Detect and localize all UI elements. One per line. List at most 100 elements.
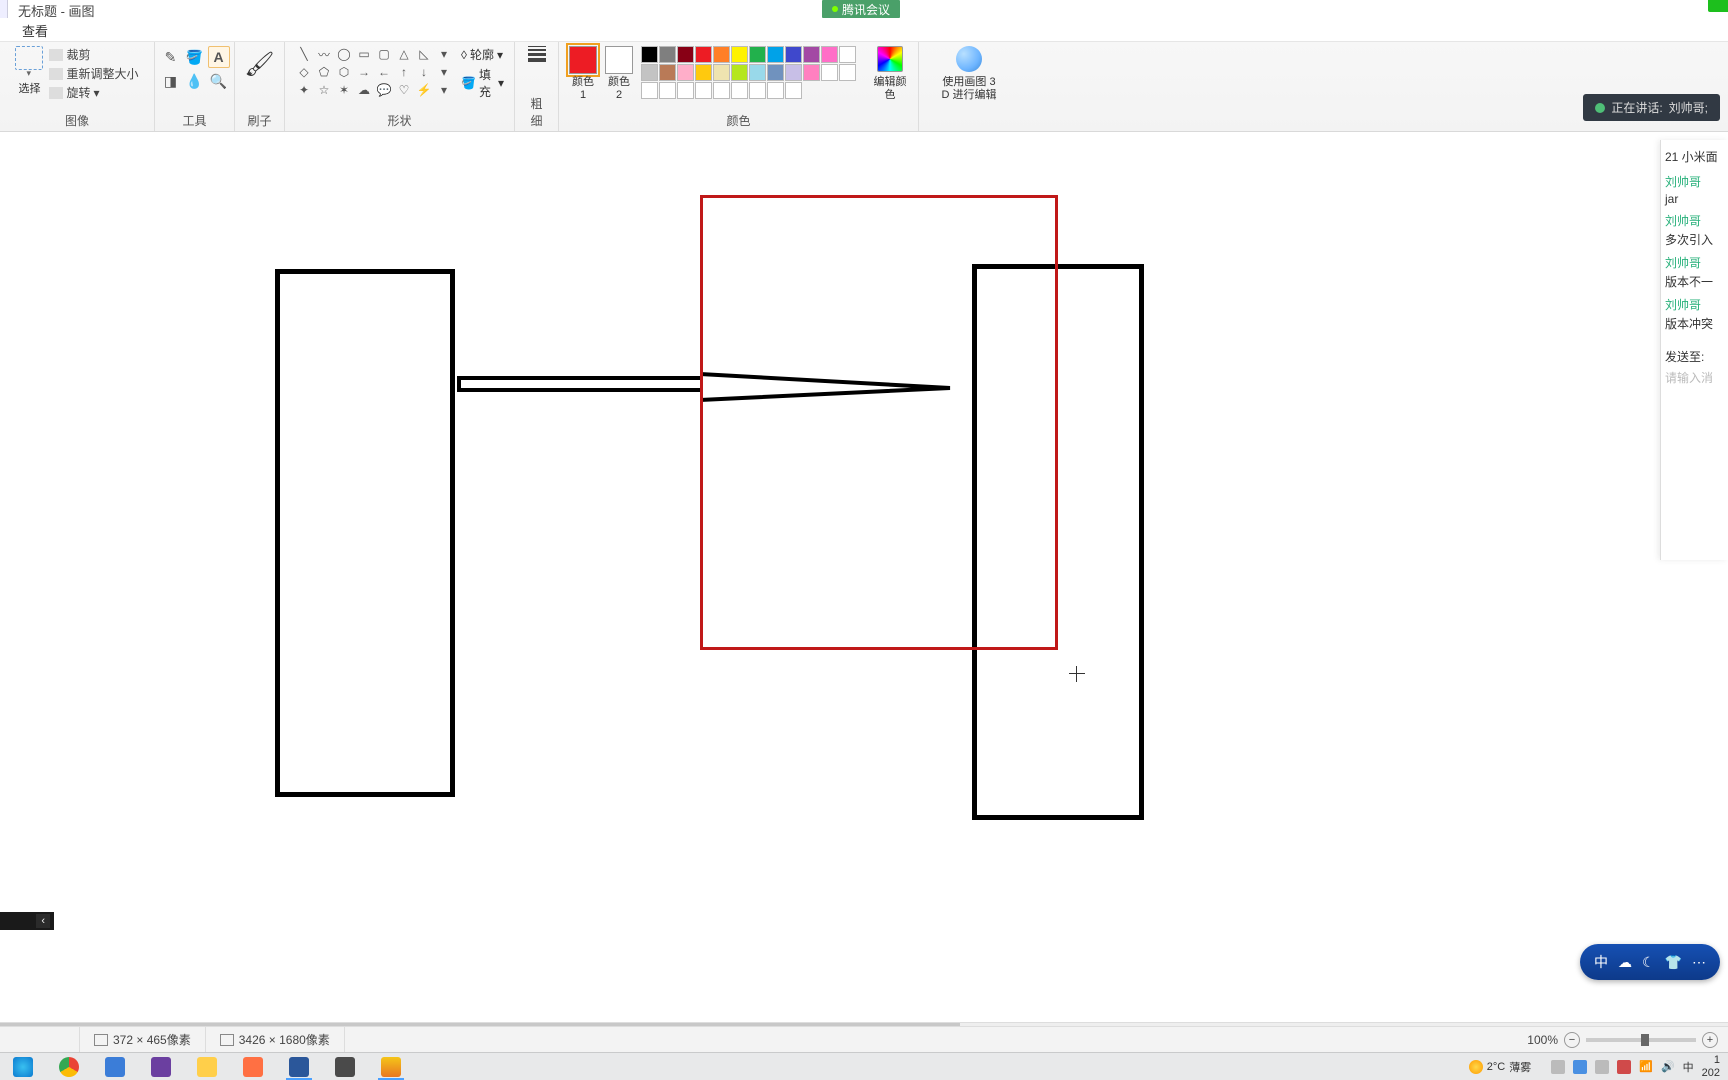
shape-star4[interactable]: ✦ — [295, 82, 313, 98]
palette-color[interactable] — [659, 64, 676, 81]
palette-color[interactable] — [659, 82, 676, 99]
palette-color[interactable] — [749, 46, 766, 63]
palette-color[interactable] — [731, 46, 748, 63]
rotate-button[interactable]: 旋转▾ — [49, 84, 138, 101]
shapes-gallery[interactable]: ╲ 〰 ◯ ▭ ▢ △ ◺ ▾ ◇ ⬠ ⬡ → ← ↑ ↓ ▾ ✦ ☆ ✶ ☁ — [295, 46, 453, 98]
taskbar-clock[interactable]: 1 202 — [1702, 1054, 1720, 1078]
shape-callout1[interactable]: ☁ — [355, 82, 373, 98]
taskbar-edge[interactable] — [0, 1053, 46, 1080]
palette-color[interactable] — [839, 64, 856, 81]
paint3d-button[interactable]: 使用画图 3D 进行编辑 — [942, 46, 997, 102]
palette-color[interactable] — [713, 46, 730, 63]
palette-color[interactable] — [803, 46, 820, 63]
edit-colors-button[interactable] — [877, 46, 903, 72]
palette-color[interactable] — [731, 64, 748, 81]
taskbar-app4[interactable] — [322, 1053, 368, 1080]
shape-triangle[interactable]: △ — [395, 46, 413, 62]
taskbar-chrome[interactable] — [46, 1053, 92, 1080]
shape-diamond[interactable]: ◇ — [295, 64, 313, 80]
tray-chevron-icon[interactable] — [1551, 1060, 1565, 1074]
resize-button[interactable]: 重新调整大小 — [49, 65, 138, 82]
color1-swatch[interactable] — [569, 46, 597, 74]
palette-color[interactable] — [749, 82, 766, 99]
menu-view[interactable]: 查看 — [12, 19, 58, 42]
palette-color[interactable] — [641, 82, 658, 99]
palette-color[interactable] — [677, 82, 694, 99]
picker-tool[interactable]: 💧 — [184, 70, 206, 92]
brush-tool[interactable]: 🖌 — [244, 46, 276, 82]
shape-fill-button[interactable]: 🪣填充▾ — [461, 66, 504, 100]
palette-color[interactable] — [731, 82, 748, 99]
shape-more2[interactable]: ▾ — [435, 64, 453, 80]
quick-access[interactable] — [0, 0, 8, 18]
taskbar-app2[interactable] — [138, 1053, 184, 1080]
shape-roundrect[interactable]: ▢ — [375, 46, 393, 62]
shape-line[interactable]: ╲ — [295, 46, 313, 62]
select-tool[interactable] — [15, 46, 43, 70]
shape-more1[interactable]: ▾ — [435, 46, 453, 62]
canvas[interactable] — [0, 155, 1728, 1026]
shape-outline-button[interactable]: ◊轮廓▾ — [461, 46, 504, 63]
taskbar-weather[interactable]: 2°C 薄雾 — [1469, 1059, 1531, 1075]
palette-color[interactable] — [767, 46, 784, 63]
shape-star6[interactable]: ✶ — [335, 82, 353, 98]
shape-uarrow[interactable]: ↑ — [395, 64, 413, 80]
taskbar-paint[interactable] — [368, 1053, 414, 1080]
selection-marquee[interactable] — [700, 195, 1058, 650]
tray-wifi-icon[interactable]: 📶 — [1639, 1060, 1653, 1073]
palette-color[interactable] — [785, 82, 802, 99]
palette-color[interactable] — [677, 46, 694, 63]
color2-swatch[interactable] — [605, 46, 633, 74]
pencil-tool[interactable]: ✎ — [160, 46, 182, 68]
ime-skin-icon[interactable]: 👕 — [1665, 954, 1682, 971]
bucket-tool[interactable]: 🪣 — [184, 46, 206, 68]
ime-moon-icon[interactable]: ☾ — [1642, 954, 1655, 971]
shape-more3[interactable]: ▾ — [435, 82, 453, 98]
dark-dock[interactable]: ‹ — [0, 912, 54, 930]
palette-color[interactable] — [713, 82, 730, 99]
palette-color[interactable] — [821, 64, 838, 81]
taskbar-word[interactable] — [276, 1053, 322, 1080]
text-tool[interactable]: A — [208, 46, 230, 68]
shape-larrow[interactable]: ← — [375, 64, 393, 80]
shape-oval[interactable]: ◯ — [335, 46, 353, 62]
palette-color[interactable] — [695, 46, 712, 63]
tray-icon-3[interactable] — [1617, 1060, 1631, 1074]
crop-button[interactable]: 裁剪 — [49, 46, 138, 63]
shape-callout2[interactable]: 💬 — [375, 82, 393, 98]
tray-icon-1[interactable] — [1573, 1060, 1587, 1074]
palette-color[interactable] — [713, 64, 730, 81]
palette-color[interactable] — [839, 46, 856, 63]
shape-bolt[interactable]: ⚡ — [415, 82, 433, 98]
window-control[interactable] — [1708, 0, 1728, 12]
palette-color[interactable] — [695, 64, 712, 81]
shape-rtri[interactable]: ◺ — [415, 46, 433, 62]
chat-input[interactable]: 请输入消 — [1665, 369, 1724, 386]
palette-color[interactable] — [677, 64, 694, 81]
tray-lang[interactable]: 中 — [1683, 1059, 1694, 1075]
ime-cloud-icon[interactable]: ☁ — [1618, 954, 1632, 971]
palette-color[interactable] — [749, 64, 766, 81]
palette-color[interactable] — [821, 46, 838, 63]
palette-color[interactable] — [767, 64, 784, 81]
ime-lang[interactable]: 中 — [1594, 952, 1608, 972]
palette-color[interactable] — [641, 46, 658, 63]
shape-curve[interactable]: 〰 — [315, 46, 333, 62]
zoom-out-button[interactable]: − — [1564, 1032, 1580, 1048]
zoom-slider[interactable] — [1586, 1038, 1696, 1042]
tray-volume-icon[interactable]: 🔊 — [1661, 1060, 1675, 1073]
palette-color[interactable] — [695, 82, 712, 99]
shape-darrow[interactable]: ↓ — [415, 64, 433, 80]
tray-icon-2[interactable] — [1595, 1060, 1609, 1074]
palette-color[interactable] — [641, 64, 658, 81]
shape-star5[interactable]: ☆ — [315, 82, 333, 98]
eraser-tool[interactable]: ◨ — [160, 70, 182, 92]
taskbar-app1[interactable] — [92, 1053, 138, 1080]
zoom-in-button[interactable]: + — [1702, 1032, 1718, 1048]
shape-rect[interactable]: ▭ — [355, 46, 373, 62]
taskbar-app3[interactable] — [230, 1053, 276, 1080]
shape-hexagon[interactable]: ⬡ — [335, 64, 353, 80]
shape-rarrow[interactable]: → — [355, 64, 373, 80]
ime-toolbar[interactable]: 中 ☁ ☾ 👕 ⋯ — [1580, 944, 1720, 980]
palette-color[interactable] — [659, 46, 676, 63]
